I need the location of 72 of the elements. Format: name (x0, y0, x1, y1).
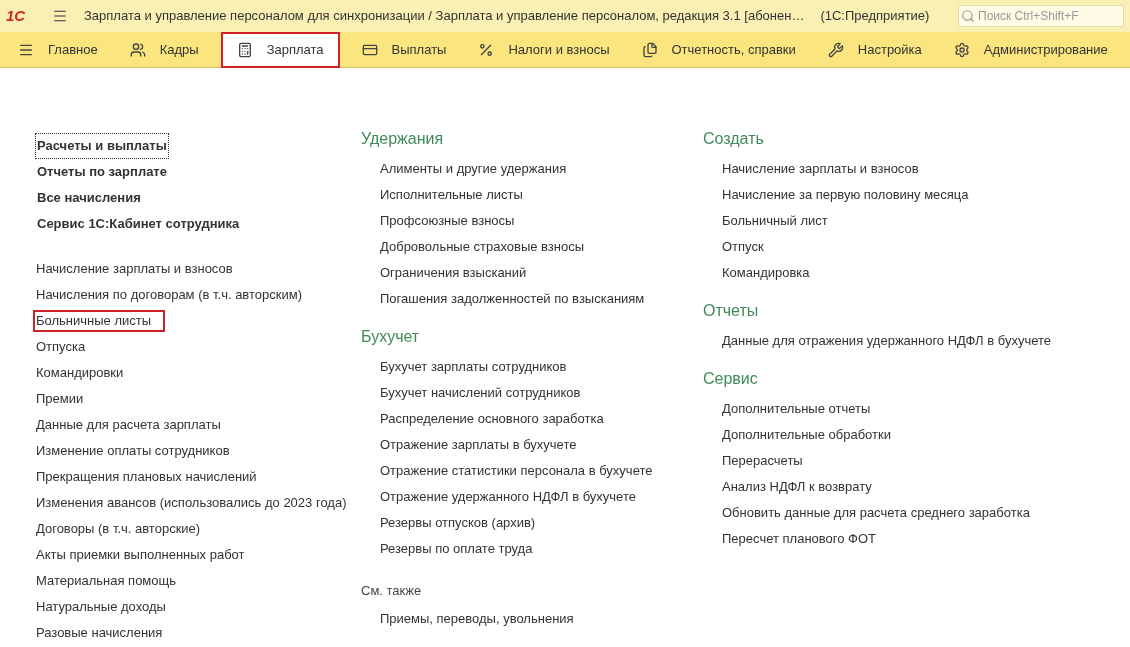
search-icon (961, 9, 975, 23)
nav-link[interactable]: Натуральные доходы (33, 596, 169, 618)
nav-link[interactable]: Акты приемки выполненных работ (33, 544, 248, 566)
nav-link[interactable]: Материальная помощь (33, 570, 179, 592)
nav-link[interactable]: Прекращения плановых начислений (33, 466, 260, 488)
nav-link[interactable]: Добровольные страховые взносы (380, 234, 585, 260)
see-also-heading: См. также (361, 582, 422, 600)
nav-link[interactable]: Начисление зарплаты и взносов (33, 258, 236, 280)
nav-link[interactable]: Начисление зарплаты и взносов (722, 156, 919, 182)
nav-link[interactable]: Больничный лист (722, 208, 828, 234)
platform-label: (1С:Предприятие) (820, 7, 930, 26)
section-tab[interactable]: Налоги и взносы (468, 31, 620, 68)
main-link[interactable]: Расчеты и выплаты (36, 134, 168, 158)
settings-icon (953, 41, 970, 58)
nav-link[interactable]: Перерасчеты (722, 448, 803, 474)
nav-link[interactable]: Дополнительные обработки (722, 422, 891, 448)
group-heading: Отчеты (703, 301, 759, 321)
nav-link[interactable]: Командировка (722, 260, 810, 286)
nav-link[interactable]: Алименты и другие удержания (380, 156, 567, 182)
section-tab[interactable]: Кадры (119, 31, 209, 68)
section-tab[interactable]: Администрирование (943, 31, 1118, 68)
nav-link[interactable]: Обновить данные для расчета среднего заработка (722, 500, 1030, 526)
nav-link[interactable]: Ограничения взысканий (380, 260, 527, 286)
nav-link[interactable]: Договоры (в т.ч. авторские) (33, 518, 204, 540)
nav-link[interactable]: Начисление за первую половину месяца (722, 182, 969, 208)
nav-link[interactable]: Дополнительные отчеты (722, 396, 871, 422)
nav-link[interactable]: Приемы, переводы, увольнения (380, 606, 574, 632)
app-logo: 1С (6, 5, 27, 26)
nav-link[interactable]: Распределение основного заработка (380, 406, 604, 432)
group-heading: Создать (703, 129, 764, 149)
window-title: Зарплата и управление персоналом для синхронизации / Зарплата и управление персоналом, редакция 3.1 [абонен… (84, 7, 805, 26)
nav-link[interactable]: Изменение оплаты сотрудников (33, 440, 233, 462)
main-link[interactable]: Сервис 1С:Кабинет сотрудника (36, 212, 241, 236)
wrench-icon (827, 41, 844, 58)
main-link[interactable]: Отчеты по зарплате (36, 160, 168, 184)
nav-link[interactable]: Бухучет начислений сотрудников (380, 380, 581, 406)
section-tab[interactable]: Выплаты (351, 31, 457, 68)
nav-link[interactable]: Премии (33, 388, 87, 410)
group-heading: Бухучет (361, 327, 420, 347)
percent-icon (478, 41, 495, 58)
nav-link[interactable]: Бухучет зарплаты сотрудников (380, 354, 567, 380)
people-icon (129, 41, 146, 58)
nav-link[interactable]: Пересчет планового ФОТ (722, 526, 876, 552)
nav-link[interactable]: Отпуск (722, 234, 764, 260)
nav-link[interactable]: Отпуска (33, 336, 89, 358)
group-heading: Удержания (361, 129, 444, 149)
nav-link[interactable]: Отражение зарплаты в бухучете (380, 432, 577, 458)
calculator-icon (236, 41, 253, 58)
main-link[interactable]: Все начисления (36, 186, 142, 210)
nav-link[interactable]: Исполнительные листы (380, 182, 523, 208)
section-tab[interactable]: Настройка (817, 31, 932, 68)
menu-icon (52, 8, 68, 24)
section-tab[interactable]: Отчетность, справки (631, 31, 806, 68)
nav-link[interactable]: Отражение статистики персонала в бухучете (380, 458, 653, 484)
nav-link[interactable]: Отражение удержанного НДФЛ в бухучете (380, 484, 636, 510)
nav-link[interactable]: Изменения авансов (использовались до 2023 года) (33, 492, 350, 514)
nav-link[interactable]: Резервы отпусков (архив) (380, 510, 536, 536)
nav-link[interactable]: Резервы по оплате труда (380, 536, 533, 562)
nav-link[interactable]: Данные для расчета зарплаты (33, 414, 224, 436)
nav-link[interactable]: Командировки (33, 362, 127, 384)
nav-link[interactable]: Данные для отражения удержанного НДФЛ в бухучете (722, 328, 1051, 354)
nav-link[interactable]: Профсоюзные взносы (380, 208, 515, 234)
group-heading: Сервис (703, 369, 758, 389)
nav-link[interactable]: Начисления по договорам (в т.ч. авторским) (33, 284, 305, 306)
section-tab[interactable]: Зарплата (220, 31, 340, 68)
documents-icon (641, 41, 658, 58)
nav-link[interactable]: Больничные листы (33, 310, 166, 332)
nav-link[interactable]: Погашения задолженностей по взысканиям (380, 286, 645, 312)
nav-link[interactable]: Анализ НДФЛ к возврату (722, 474, 872, 500)
section-tab[interactable]: Главное (8, 31, 108, 68)
nav-link[interactable]: Разовые начисления (33, 622, 166, 644)
search-field[interactable]: Поиск Ctrl+Shift+F (958, 5, 1124, 27)
